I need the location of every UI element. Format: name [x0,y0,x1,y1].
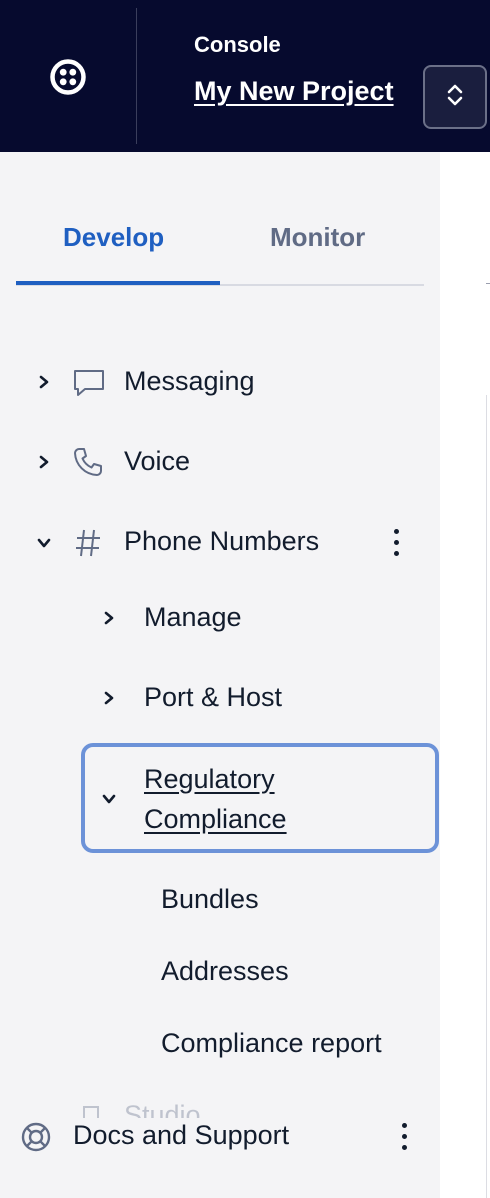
nav-item-phone-numbers[interactable]: Phone Numbers [0,512,440,572]
regulatory-compliance-link-line1[interactable]: Regulatory [144,764,275,795]
tab-monitor[interactable]: Monitor [270,222,365,253]
chevron-right-icon [37,455,51,469]
nav-item-compliance-report[interactable]: Compliance report [161,1028,382,1059]
nav-item-messaging[interactable]: Messaging [0,352,440,412]
chat-bubble-icon [72,368,106,403]
nav-item-port-host[interactable]: Port & Host [0,668,440,728]
hash-icon [74,528,102,563]
nav-label-messaging: Messaging [124,366,255,396]
chevron-right-icon [102,691,116,705]
regulatory-compliance-link-line2[interactable]: Compliance [144,804,287,835]
chevron-down-icon [102,792,116,806]
phone-numbers-more-icon[interactable] [386,522,406,562]
nav-label-port-host: Port & Host [144,682,283,712]
nav-label-manage: Manage [144,602,242,632]
header-divider [136,8,137,144]
phone-icon [72,446,104,483]
content-edge [486,395,487,1198]
nav-item-manage[interactable]: Manage [0,588,440,648]
lifebuoy-icon [20,1121,52,1158]
tab-develop[interactable]: Develop [63,222,164,253]
chevron-down-icon [37,536,51,550]
top-bar: Console My New Project [0,0,490,152]
nav-item-voice[interactable]: Voice [0,432,440,492]
chevron-right-icon [37,375,51,389]
nav-item-addresses[interactable]: Addresses [161,956,289,987]
chevron-up-down-icon [445,81,465,114]
nav-label-phone-numbers: Phone Numbers [124,526,320,556]
docs-and-support[interactable]: Docs and Support [0,1112,440,1162]
nav-item-regulatory-compliance[interactable] [81,743,439,853]
active-tab-indicator [16,281,220,285]
console-label: Console [194,32,281,57]
project-switcher-button[interactable] [423,65,487,129]
docs-more-icon[interactable] [394,1116,414,1156]
docs-and-support-label: Docs and Support [73,1120,290,1150]
content-tick [486,283,490,284]
nav-item-bundles[interactable]: Bundles [161,884,259,915]
twilio-logo-icon[interactable] [49,58,87,96]
chevron-right-icon [102,611,116,625]
project-name-link[interactable]: My New Project [194,76,394,107]
nav-label-voice: Voice [124,446,191,476]
